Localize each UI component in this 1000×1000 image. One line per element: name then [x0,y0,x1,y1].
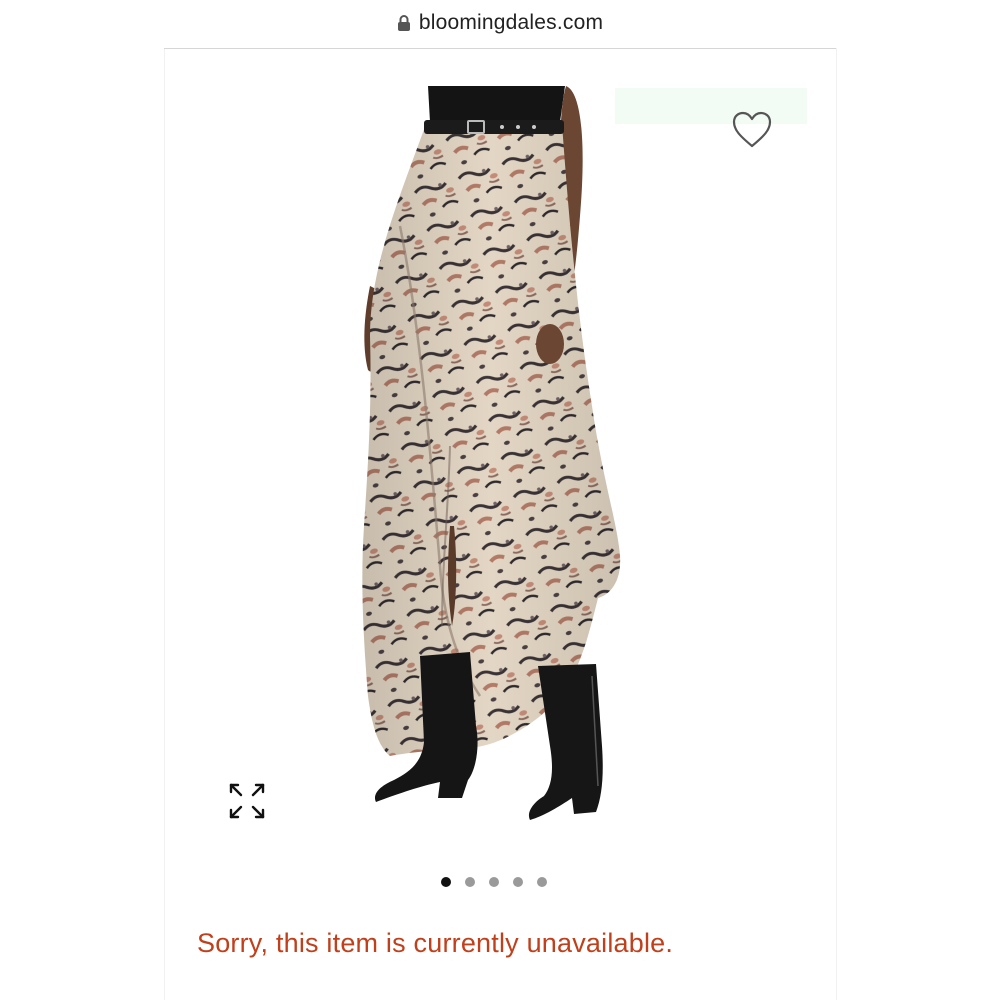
carousel-dot-3[interactable] [489,877,499,887]
address-bar[interactable]: bloomingdales.com [164,0,836,49]
heart-outline-icon [732,111,772,148]
url-text: bloomingdales.com [418,11,604,34]
expand-image-button[interactable] [226,780,268,822]
carousel-dot-5[interactable] [537,877,547,887]
carousel-dot-4[interactable] [513,877,523,887]
favorite-button[interactable] [730,110,774,150]
frame-divider-right [836,48,837,1000]
carousel-dot-2[interactable] [465,877,475,887]
frame-divider-left [164,48,165,1000]
address-bar-content: bloomingdales.com [397,11,603,35]
product-page: bloomingdales.com Sorry, this item is cu… [0,0,1000,1000]
expand-arrows-icon [229,783,265,819]
unavailable-message: Sorry, this item is currently unavailabl… [197,928,674,958]
image-carousel-dots [441,877,547,887]
product-image[interactable] [330,86,660,846]
lock-icon [397,14,411,32]
carousel-dot-1[interactable] [441,877,451,887]
